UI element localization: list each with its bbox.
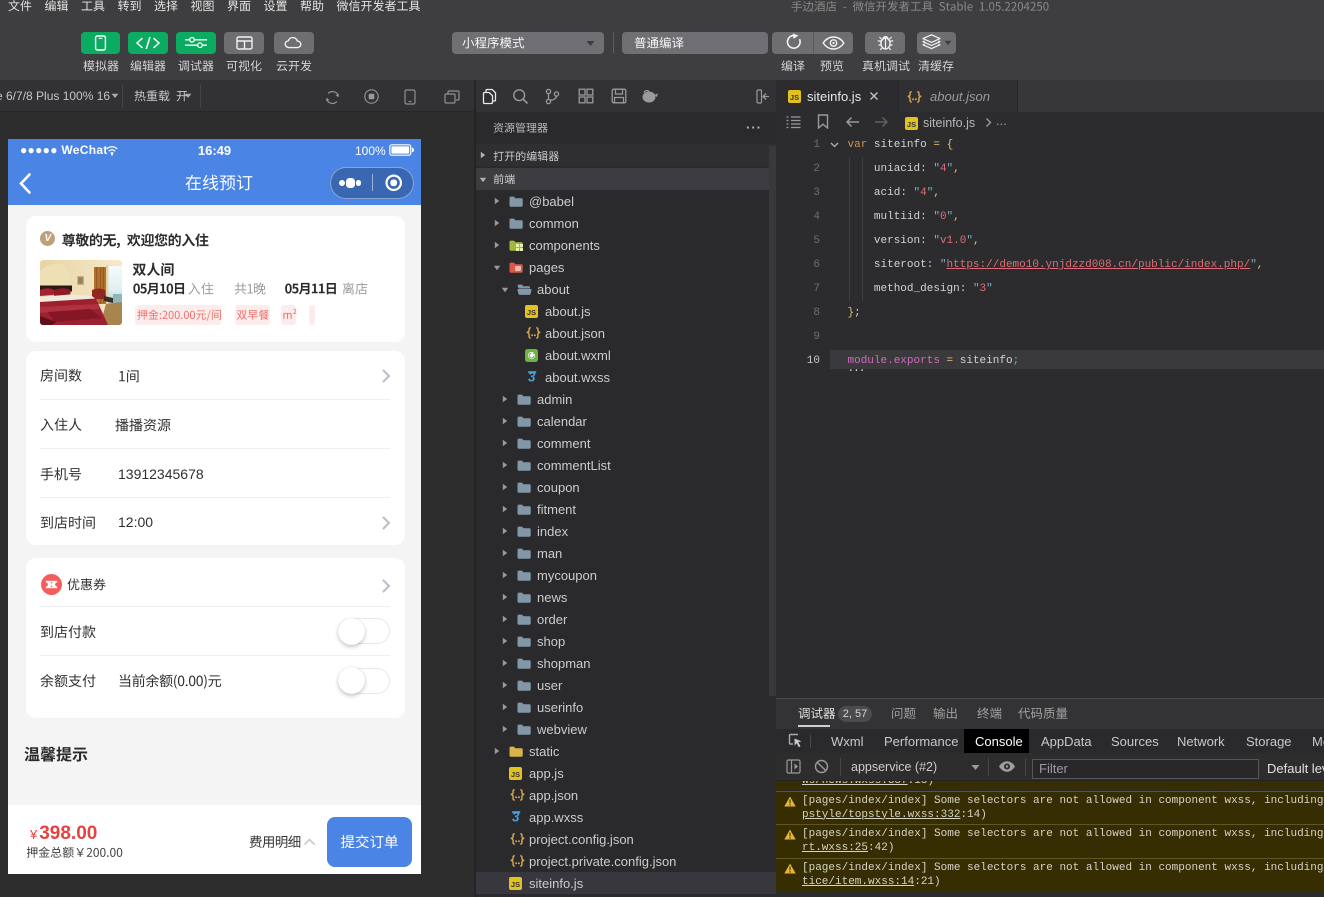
svg-text:JS: JS [511,770,520,779]
svg-text:JS: JS [511,880,520,889]
svg-text:JS: JS [790,93,799,102]
svg-text:JS: JS [907,119,916,128]
svg-text:JS: JS [527,308,536,317]
